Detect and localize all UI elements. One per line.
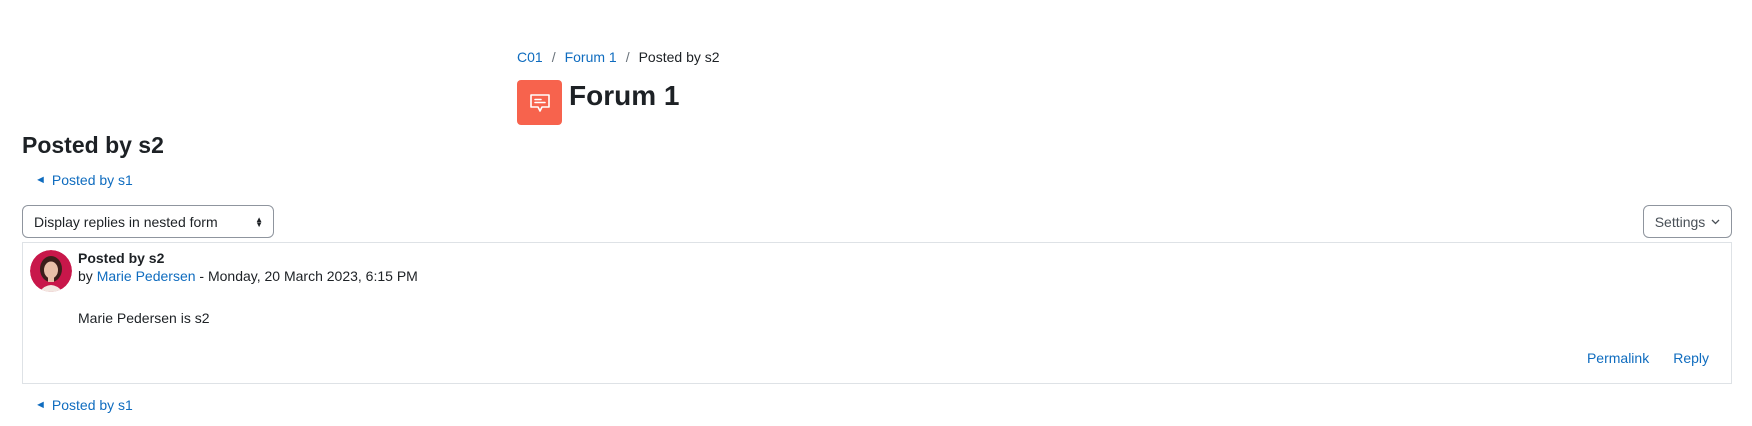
chevron-down-icon xyxy=(1711,219,1720,224)
avatar[interactable] xyxy=(30,250,72,292)
forum-post: Posted by s2 by Marie Pedersen - Monday,… xyxy=(22,242,1732,384)
by-label: by xyxy=(78,268,97,284)
post-actions: Permalink Reply xyxy=(1587,350,1709,366)
breadcrumb-item-current: Posted by s2 xyxy=(638,49,720,65)
previous-discussion-link-bottom[interactable]: ◄ Posted by s1 xyxy=(35,397,133,413)
discussion-title: Posted by s2 xyxy=(22,132,164,158)
arrow-left-icon: ◄ xyxy=(35,174,46,186)
reply-link[interactable]: Reply xyxy=(1673,350,1709,366)
author-link[interactable]: Marie Pedersen xyxy=(97,268,196,284)
post-message: Marie Pedersen is s2 xyxy=(78,310,210,326)
previous-discussion-label: Posted by s1 xyxy=(51,172,133,188)
breadcrumb-item-course[interactable]: C01 xyxy=(517,49,543,65)
previous-discussion-link[interactable]: ◄ Posted by s1 xyxy=(35,172,133,188)
page-title: Forum 1 xyxy=(569,80,680,111)
breadcrumb-separator: / xyxy=(625,49,630,65)
previous-discussion-label: Posted by s1 xyxy=(51,397,133,413)
breadcrumb: C01 / Forum 1 / Posted by s2 xyxy=(517,49,720,65)
breadcrumb-item-forum[interactable]: Forum 1 xyxy=(565,49,617,65)
post-byline: by Marie Pedersen - Monday, 20 March 202… xyxy=(78,268,418,284)
post-date: - Monday, 20 March 2023, 6:15 PM xyxy=(195,268,418,284)
settings-label: Settings xyxy=(1654,213,1706,230)
settings-button[interactable]: Settings xyxy=(1643,205,1732,238)
forum-icon xyxy=(517,80,562,125)
select-arrows-icon: ▲ ▼ xyxy=(255,214,263,229)
breadcrumb-separator: / xyxy=(551,49,556,65)
display-mode-select[interactable]: Display replies in nested form ▲ ▼ xyxy=(22,205,274,238)
permalink-link[interactable]: Permalink xyxy=(1587,350,1649,366)
display-mode-value: Display replies in nested form xyxy=(34,213,218,230)
arrow-left-icon: ◄ xyxy=(35,399,46,411)
post-subject: Posted by s2 xyxy=(78,250,165,266)
